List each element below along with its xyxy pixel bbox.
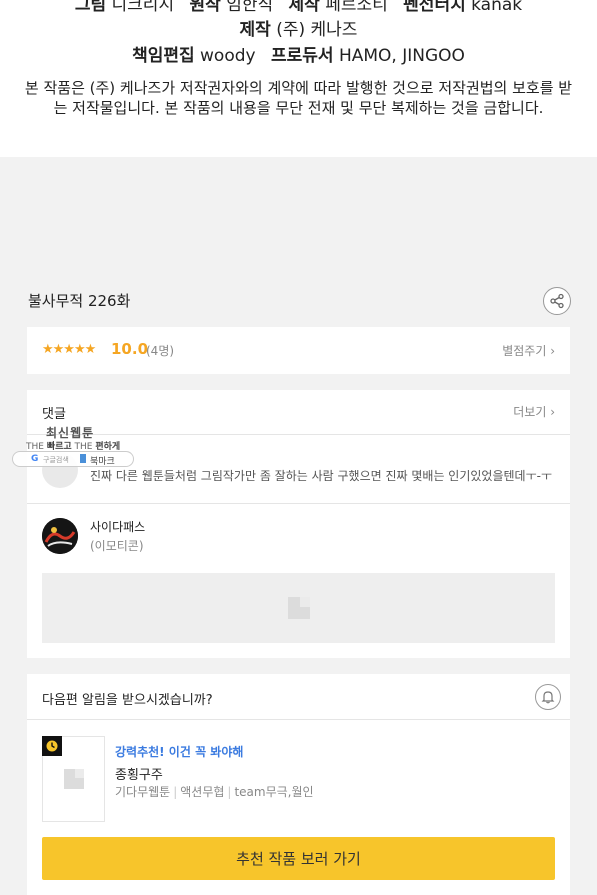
recommend-genre: 기다무웹툰 [115,785,171,799]
divider [27,503,570,504]
original-value: 임한직 [226,0,274,15]
image-placeholder-icon [287,597,310,619]
lineart-value: kanak [471,0,523,15]
share-button[interactable] [543,287,571,315]
google-icon: G [31,454,39,464]
comment-text: (이모티콘) [90,539,144,553]
meta-separator: | [227,785,232,799]
original-label: 원작 [189,0,221,15]
browser-overlay-widget[interactable]: 최신웹툰 THE 빠르고 THE 편하게 G 구글검색 북마크 [12,421,134,469]
recommend-category: 액션무협 [180,785,225,799]
adapt-label: 제작 [288,0,320,15]
rating-card: ★★★★★ 10.0 (4명) 별점주기 › [27,327,570,374]
wait-free-badge [42,736,62,756]
bell-icon [541,691,555,704]
credit-line-1: 그림 디크리시 원작 임한직 제작 페르소티 펜선터치 kanak [0,0,597,15]
rating-stars: ★★★★★ [42,342,96,357]
image-placeholder-icon [63,769,84,789]
credit-line-2: 제작 (주) 케나즈 [0,15,597,40]
lineart-label: 펜선터치 [403,0,466,15]
notify-bell-button[interactable] [535,684,561,710]
notification-card: 다음편 알림을 받으시겠습니까? 강력추천! 이건 꼭 봐야해 종횡구주 기다무… [27,674,570,895]
recommend-meta: 기다무웹툰 | 액션무협 | team무극,월인 [115,783,314,800]
view-recommendation-button[interactable]: 추천 작품 보러 가기 [42,837,555,880]
drawing-value: 디크리시 [111,0,175,15]
production-label: 제작 [239,20,271,40]
overlay-bookmark-label[interactable]: 북마크 [90,454,115,467]
comment-author[interactable]: 사이다패스 [90,518,145,535]
comments-more-link[interactable]: 더보기 › [513,403,555,420]
recommend-title[interactable]: 종횡구주 [115,764,163,783]
copyright-notice: 본 작품은 (주) 케나즈가 저작권자와의 계약에 따라 발행한 것으로 저작권… [24,79,573,117]
clock-icon [46,740,58,752]
divider [27,719,570,720]
adapt-value: 페르소티 [325,0,388,15]
overlay-search-bar[interactable]: G 구글검색 북마크 [12,451,134,467]
producer-label: 프로듀서 [271,46,334,66]
credits-section: 그림 디크리시 원작 임한직 제작 페르소티 펜선터치 kanak 제작 (주)… [0,0,597,157]
rating-score: 10.0 [111,340,149,358]
share-icon [550,293,564,309]
overlay-search-label[interactable]: 구글검색 [43,455,69,465]
rate-button[interactable]: 별점주기 › [502,342,555,359]
drawing-label: 그림 [74,0,107,15]
avatar-image [42,518,78,554]
comment-text[interactable]: 진짜 다른 웹툰들처럼 그림작가만 좀 잘하는 사람 구했으면 진짜 몇배는 인… [90,467,555,484]
notify-question: 다음편 알림을 받으시겠습니까? [42,693,213,708]
episode-title: 불사무적 226화 [28,292,131,310]
editor-value: woody [200,46,256,66]
recommend-author: team무극,월인 [234,785,314,799]
producer-value: HAMO, JINGOO [338,46,465,66]
bookmark-icon [80,454,86,463]
rating-count: (4명) [146,344,175,358]
recommend-tag[interactable]: 강력추천! 이건 꼭 봐야해 [115,743,243,760]
emoticon-placeholder [42,573,555,643]
production-value: (주) 케나즈 [276,20,358,40]
comments-header: 댓글 [42,407,66,422]
editor-label: 책임편집 [132,46,195,66]
credit-line-3: 책임편집 woody 프로듀서 HAMO, JINGOO [0,41,597,66]
meta-separator: | [173,785,178,799]
avatar[interactable] [42,518,78,554]
